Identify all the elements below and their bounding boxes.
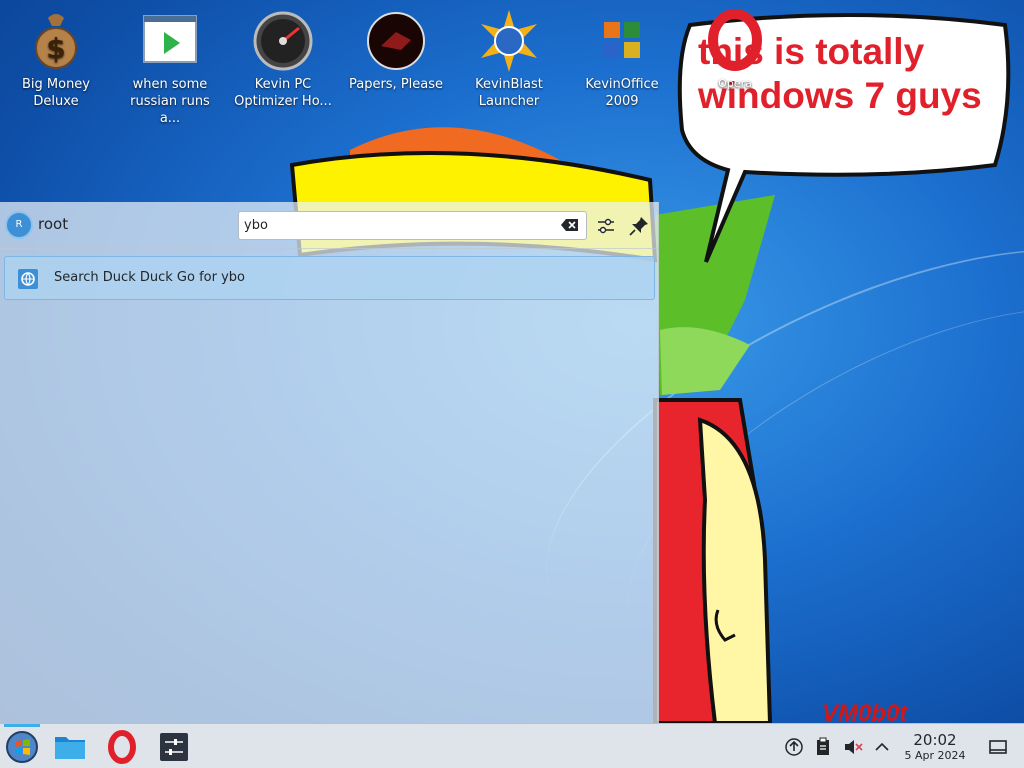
web-search-icon <box>17 268 39 290</box>
pin-button[interactable] <box>627 214 651 238</box>
desktop-icon-label: Big Money Deluxe <box>21 77 90 109</box>
desktop-icon-kevinoffice-2009[interactable]: KevinOffice 2009 <box>566 10 678 110</box>
clear-search-button[interactable] <box>561 217 579 233</box>
desktop-icon-kevin-pc-optimizer[interactable]: Kevin PC Optimizer Ho... <box>227 10 339 110</box>
opera-icon <box>108 730 136 764</box>
desktop-icon-russian-video[interactable]: when some russian runs a... <box>114 10 226 127</box>
system-settings-button[interactable] <box>156 729 192 765</box>
clipboard-icon[interactable] <box>813 737 833 757</box>
configure-button[interactable] <box>594 214 618 238</box>
desktop-icon-label: KevinOffice 2009 <box>585 77 659 109</box>
desktop-icon-label: when some russian runs a... <box>130 77 210 126</box>
opera-browser-button[interactable] <box>104 729 140 765</box>
folder-icon <box>55 737 85 759</box>
money-bag-icon: $ <box>26 10 86 72</box>
user-name: root <box>38 215 69 233</box>
desktop-icon-label: Papers, Please <box>348 77 444 92</box>
search-result-item[interactable]: Search Duck Duck Go for ybo <box>4 256 655 300</box>
clock-date[interactable]: 5 Apr 2024 <box>895 749 975 762</box>
desktop-icon-label: KevinBlast Launcher <box>475 77 543 109</box>
file-manager-button[interactable] <box>52 729 88 765</box>
office-logo-icon <box>592 10 652 72</box>
active-indicator <box>4 724 40 727</box>
show-desktop-icon[interactable] <box>988 737 1008 757</box>
svg-text:$: $ <box>46 32 65 65</box>
chevron-up-icon[interactable] <box>872 737 892 757</box>
updates-icon[interactable] <box>784 737 804 757</box>
speech-bubble-text: this is totally windows 7 guys <box>698 31 982 116</box>
globe-burst-icon <box>479 10 539 72</box>
desktop-icon-papers-please[interactable]: Papers, Please <box>340 10 452 93</box>
papers-please-icon <box>366 10 426 72</box>
search-input[interactable] <box>238 211 587 240</box>
desktop-icon-big-money-deluxe[interactable]: $ Big Money Deluxe <box>0 10 112 110</box>
sliders-icon <box>598 218 614 234</box>
application-launcher-button[interactable] <box>4 729 40 765</box>
backspace-icon <box>561 219 578 231</box>
desktop-icon-label: Kevin PC Optimizer Ho... <box>234 77 332 109</box>
search-result-label: Search Duck Duck Go for ybo <box>54 270 245 285</box>
avatar[interactable]: R <box>5 211 33 239</box>
taskbar: 20:02 5 Apr 2024 <box>0 723 1024 768</box>
start-orb-icon <box>6 731 38 763</box>
application-launcher-panel: R root Search Duck Duck Go for ybo <box>0 202 659 723</box>
video-play-icon <box>140 10 200 72</box>
pin-icon <box>629 217 648 236</box>
clock-time[interactable]: 20:02 <box>900 731 970 749</box>
sliders-icon <box>160 733 188 761</box>
desktop-icon-kevinblast-launcher[interactable]: KevinBlast Launcher <box>453 10 565 110</box>
volume-muted-icon[interactable] <box>843 737 863 757</box>
speedometer-icon <box>253 10 313 72</box>
desktop-icon-label: Opera <box>718 77 752 90</box>
launcher-header: R root <box>0 202 658 249</box>
